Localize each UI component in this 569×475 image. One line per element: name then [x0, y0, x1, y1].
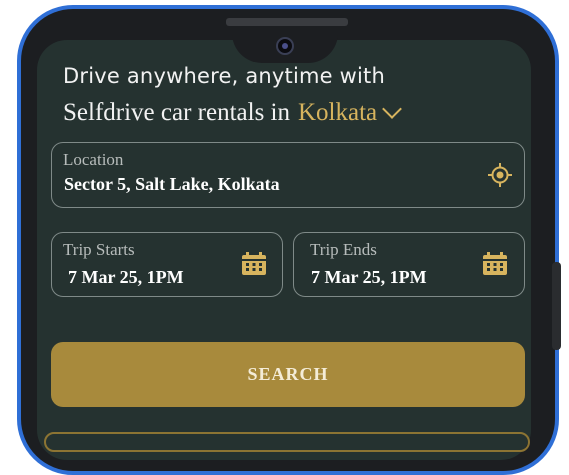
front-camera-icon	[276, 37, 294, 55]
trip-start-label: Trip Starts	[63, 240, 135, 259]
city-selector[interactable]: Kolkata	[298, 99, 377, 127]
trip-end-label: Trip Ends	[310, 240, 377, 259]
headline-line-2: Selfdrive car rentals in Kolkata	[63, 99, 403, 127]
next-card-edge	[44, 432, 530, 452]
trip-start-value[interactable]: 7 Mar 25, 1PM	[68, 267, 184, 288]
calendar-icon[interactable]	[241, 252, 267, 276]
locate-icon[interactable]	[488, 163, 512, 187]
phone-speaker	[226, 18, 348, 26]
headline-selfdrive-text: Selfdrive car rentals in	[63, 99, 290, 126]
search-button[interactable]: SEARCH	[51, 342, 525, 407]
phone-side-button	[552, 262, 561, 350]
location-value[interactable]: Sector 5, Salt Lake, Kolkata	[64, 174, 280, 195]
calendar-icon[interactable]	[482, 252, 508, 276]
trip-end-value[interactable]: 7 Mar 25, 1PM	[311, 267, 427, 288]
location-label: Location	[63, 150, 124, 169]
chevron-down-icon[interactable]	[382, 99, 403, 119]
headline-line-1: Drive anywhere, anytime with	[63, 64, 385, 88]
